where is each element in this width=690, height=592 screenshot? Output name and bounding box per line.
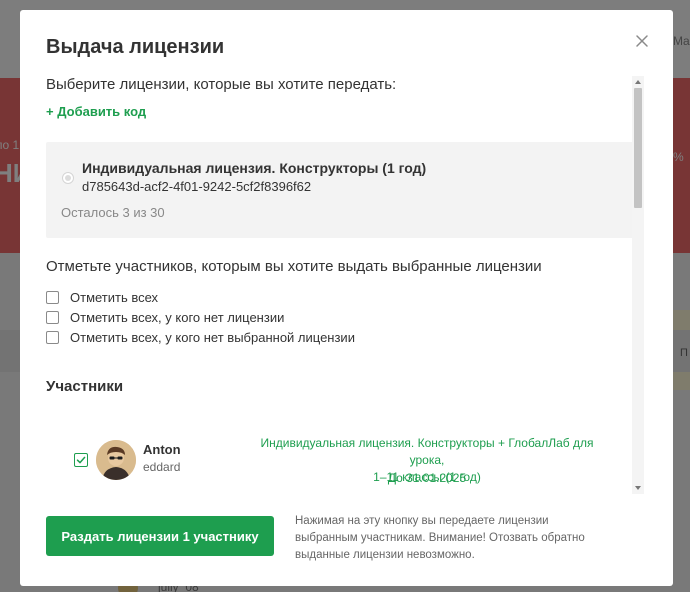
- license-radio[interactable]: [62, 172, 74, 184]
- check-no-license-option[interactable]: Отметить всех, у кого нет лицензии: [46, 308, 284, 326]
- scroll-up-arrow-icon[interactable]: [635, 80, 641, 84]
- participants-title: Участники: [46, 378, 124, 395]
- check-no-selected-license-label: Отметить всех, у кого нет выбранной лице…: [70, 329, 355, 345]
- check-all-label: Отметить всех: [70, 289, 159, 305]
- participant-login: eddard: [143, 460, 181, 474]
- participant-row[interactable]: Anton eddard Индивидуальная лицензия. Ко…: [74, 418, 606, 496]
- participant-license-until: До 31.01.2025: [387, 471, 467, 485]
- modal-scroll-content: Выберите лицензии, которые вы хотите пер…: [20, 72, 648, 496]
- checkbox[interactable]: [46, 290, 59, 304]
- license-code: d785643d-acf2-4f01-9242-5cf2f8396f62: [82, 179, 312, 194]
- license-name: Индивидуальная лицензия. Конструкторы (1…: [82, 160, 427, 176]
- checkbox[interactable]: [46, 330, 59, 344]
- scrollbar-thumb[interactable]: [634, 88, 642, 208]
- license-card[interactable]: Индивидуальная лицензия. Конструкторы (1…: [46, 142, 634, 238]
- check-no-selected-license-option[interactable]: Отметить всех, у кого нет выбранной лице…: [46, 328, 355, 346]
- footer-warning-note: Нажимая на эту кнопку вы передаете лицен…: [295, 515, 585, 561]
- distribute-licenses-button[interactable]: Раздать лицензии 1 участнику: [46, 516, 274, 556]
- avatar-image: [96, 440, 136, 480]
- check-icon: [76, 456, 86, 464]
- scroll-down-arrow-icon[interactable]: [635, 486, 641, 490]
- license-modal: Выдача лицензии Выберите лицензии, котор…: [20, 10, 673, 586]
- checkbox[interactable]: [46, 310, 59, 324]
- close-button[interactable]: [633, 32, 651, 50]
- scrollbar[interactable]: [632, 76, 644, 494]
- check-no-license-label: Отметить всех, у кого нет лицензии: [70, 309, 285, 325]
- participant-name: Anton: [143, 442, 181, 457]
- participant-license-line1: Индивидуальная лицензия. Конструкторы + …: [260, 436, 594, 467]
- check-all-option[interactable]: Отметить всех: [46, 288, 158, 306]
- license-remaining: Осталось 3 из 30: [61, 205, 165, 220]
- modal-title: Выдача лицензии: [46, 36, 225, 58]
- members-prompt: Отметьте участников, которым вы хотите в…: [46, 258, 542, 275]
- add-code-link[interactable]: + Добавить код: [46, 104, 146, 119]
- participant-checkbox[interactable]: [74, 453, 88, 467]
- select-licenses-prompt: Выберите лицензии, которые вы хотите пер…: [46, 76, 397, 93]
- close-icon: [636, 35, 648, 47]
- avatar: [96, 440, 136, 480]
